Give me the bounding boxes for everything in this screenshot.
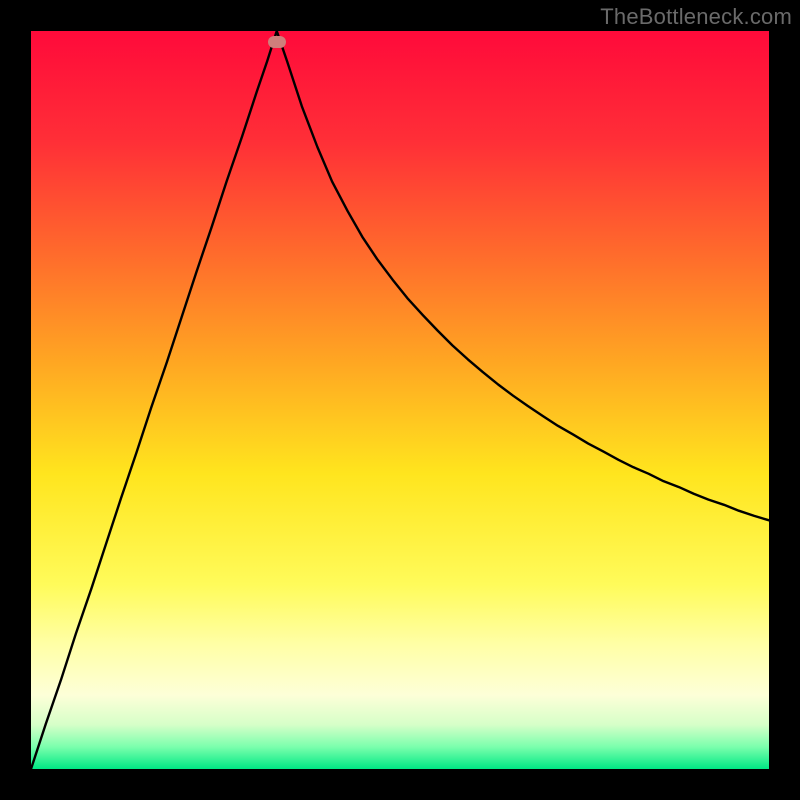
watermark-label: TheBottleneck.com <box>600 4 792 30</box>
optimum-marker <box>268 36 286 48</box>
chart-stage: TheBottleneck.com <box>0 0 800 800</box>
plot-area <box>31 31 769 769</box>
bottleneck-curve <box>31 31 769 769</box>
